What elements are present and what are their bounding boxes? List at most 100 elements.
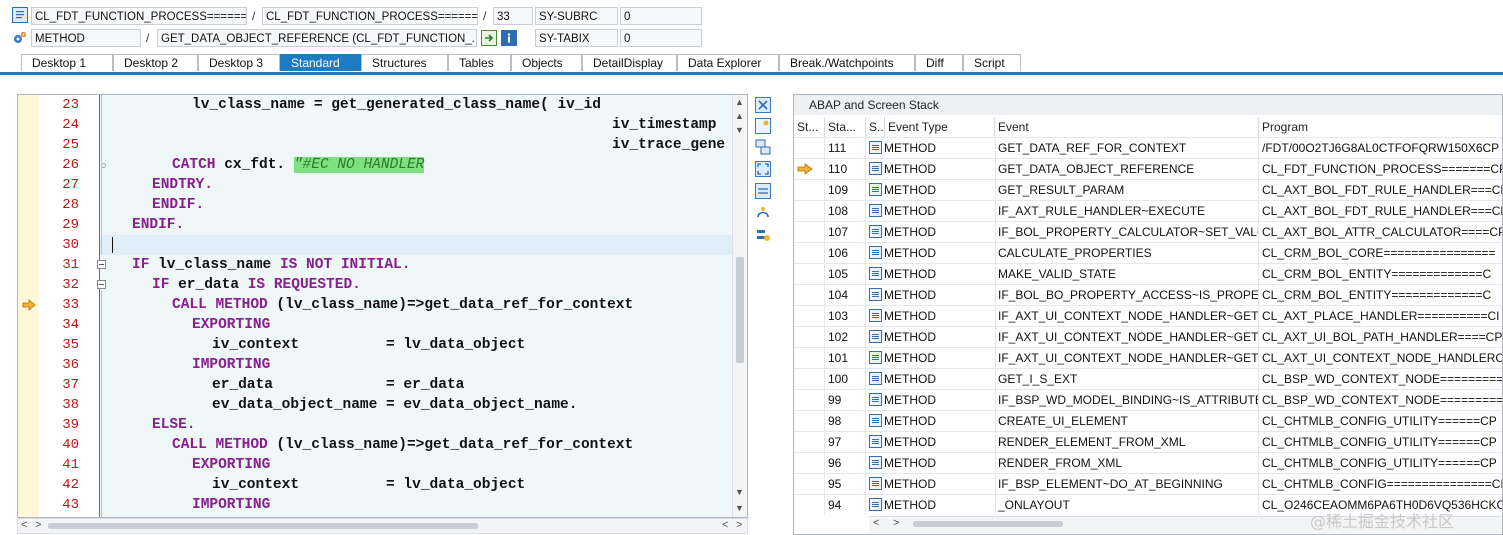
stack-event-cell[interactable]: IF_AXT_UI_CONTEXT_NODE_HANDLER~GET_I — [995, 306, 1259, 326]
tab-detaildisplay[interactable]: DetailDisplay — [582, 54, 677, 71]
stack-row[interactable]: 109 METHOD GET_RESULT_PARAM CL_AXT_BOL_FDT_… — [794, 179, 1502, 200]
tab-objects[interactable]: Objects — [511, 54, 582, 71]
stack-event-cell[interactable]: IF_BSP_WD_MODEL_BINDING~IS_ATTRIBUTE... — [995, 390, 1259, 410]
tab-standard[interactable]: Standard — [280, 54, 361, 71]
stack-row[interactable]: 108 METHOD IF_AXT_RULE_HANDLER~EXECUTE CL_A… — [794, 200, 1502, 221]
stack-row[interactable]: 107 METHOD IF_BOL_PROPERTY_CALCULATOR~SET_… — [794, 221, 1502, 242]
stack-event-cell[interactable]: RENDER_FROM_XML — [995, 453, 1259, 473]
stack-event-cell[interactable]: IF_BOL_PROPERTY_CALCULATOR~SET_VALU... — [995, 222, 1259, 242]
stack-row[interactable]: 105 METHOD MAKE_VALID_STATE CL_CRM_BOL_ENTI… — [794, 263, 1502, 284]
stack-event-cell[interactable]: GET_DATA_OBJECT_REFERENCE — [995, 159, 1259, 179]
event-name-field[interactable]: GET_DATA_OBJECT_REFERENCE (CL_FDT_FUNCTI… — [157, 29, 477, 47]
scrollbar-thumb[interactable] — [736, 257, 744, 363]
stack-program-cell[interactable]: CL_AXT_UI_BOL_PATH_HANDLER====CP — [1259, 327, 1502, 347]
line-number-field[interactable]: 33 — [493, 7, 533, 25]
tab-structures[interactable]: Structures — [361, 54, 448, 71]
stack-program-cell[interactable]: CL_AXT_BOL_FDT_RULE_HANDLER===CP — [1259, 180, 1502, 200]
navigate-icon[interactable] — [481, 30, 497, 46]
scroll-right-icon[interactable]: > — [35, 519, 41, 531]
stack-event-cell[interactable]: CREATE_UI_ELEMENT — [995, 411, 1259, 431]
column-header-s[interactable]: S... — [866, 117, 885, 137]
stack-event-cell[interactable]: CALCULATE_PROPERTIES — [995, 243, 1259, 263]
stack-row[interactable]: 110 METHOD GET_DATA_OBJECT_REFERENCE CL_FDT… — [794, 158, 1502, 179]
stack-program-cell[interactable]: CL_CHTMLB_CONFIG_UTILITY======CP — [1259, 453, 1502, 473]
main-program-field[interactable]: CL_FDT_FUNCTION_PROCESS======= — [31, 7, 247, 25]
scrollbar-thumb[interactable] — [48, 523, 478, 529]
stack-event-cell[interactable]: _ONLAYOUT — [995, 495, 1259, 515]
stack-program-cell[interactable]: CL_CHTMLB_CONFIG_UTILITY======CP — [1259, 411, 1502, 431]
tab-script[interactable]: Script — [963, 54, 1021, 71]
new-tool-icon[interactable] — [755, 118, 771, 134]
replace-tool-icon[interactable] — [755, 139, 771, 155]
tab-tables[interactable]: Tables — [448, 54, 511, 71]
include-program-field[interactable]: CL_FDT_FUNCTION_PROCESS====== — [262, 7, 478, 25]
scroll-up-icon[interactable]: ▲ — [735, 97, 744, 107]
sysvar-value-field[interactable]: 0 — [620, 29, 702, 47]
column-header-event-type[interactable]: Event Type — [885, 117, 995, 137]
stack-row[interactable]: 95 METHOD IF_BSP_ELEMENT~DO_AT_BEGINNING CL… — [794, 473, 1502, 494]
editor-vertical-scrollbar[interactable]: ▲ ▲ ▼ ▼ ▼ — [732, 95, 747, 517]
stack-event-cell[interactable]: IF_BOL_BO_PROPERTY_ACCESS~IS_PROPER... — [995, 285, 1259, 305]
column-header-stack-level[interactable]: Sta... — [825, 117, 866, 137]
scrollbar-thumb[interactable] — [913, 521, 1063, 527]
scroll-left-icon[interactable]: < — [722, 519, 728, 531]
stack-program-cell[interactable]: CL_CHTMLB_CONFIG===============CP — [1259, 474, 1502, 494]
editor-horizontal-scrollbar[interactable]: < > < > — [17, 518, 748, 534]
collapse-block-icon[interactable] — [97, 260, 106, 269]
close-icon[interactable] — [755, 97, 771, 113]
stack-row[interactable]: 111 METHOD GET_DATA_REF_FOR_CONTEXT/FDT/00… — [794, 137, 1502, 158]
column-header-status[interactable]: St... — [794, 117, 825, 137]
stack-program-cell[interactable]: /FDT/00O2TJ6G8AL0CTFOFQRW150X6CP — [1259, 138, 1502, 158]
tab-diff[interactable]: Diff — [915, 54, 963, 71]
swap-icon[interactable] — [755, 183, 771, 199]
stack-program-cell[interactable]: CL_CRM_BOL_ENTITY=============C — [1259, 264, 1502, 284]
stack-row[interactable]: 104 METHOD IF_BOL_BO_PROPERTY_ACCESS~IS_PR… — [794, 284, 1502, 305]
block-type-field[interactable]: METHOD — [31, 29, 141, 47]
stack-event-cell[interactable]: GET_RESULT_PARAM — [995, 180, 1259, 200]
stack-row[interactable]: 97 METHOD RENDER_ELEMENT_FROM_XML CL_CHTMLB… — [794, 431, 1502, 452]
stack-program-cell[interactable]: CL_AXT_UI_CONTEXT_NODE_HANDLERCP — [1259, 348, 1502, 368]
stack-program-cell[interactable]: CL_BSP_WD_CONTEXT_NODE========= — [1259, 390, 1502, 410]
stack-event-cell[interactable]: IF_BSP_ELEMENT~DO_AT_BEGINNING — [995, 474, 1259, 494]
stack-program-cell[interactable]: CL_AXT_BOL_FDT_RULE_HANDLER===CP — [1259, 201, 1502, 221]
stack-program-cell[interactable]: CL_CRM_BOL_CORE================ — [1259, 243, 1502, 263]
scroll-left-icon[interactable]: < — [21, 519, 27, 531]
stack-program-cell[interactable]: CL_AXT_PLACE_HANDLER==========CI — [1259, 306, 1502, 326]
stack-row[interactable]: 102 METHOD IF_AXT_UI_CONTEXT_NODE_HANDLER~… — [794, 326, 1502, 347]
stack-program-cell[interactable]: CL_BSP_WD_CONTEXT_NODE========= — [1259, 369, 1502, 389]
tab-breakpoints[interactable]: Break./Watchpoints — [779, 54, 915, 71]
stack-event-cell[interactable]: GET_I_S_EXT — [995, 369, 1259, 389]
collapse-block-icon[interactable] — [97, 280, 106, 289]
stack-event-cell[interactable]: GET_DATA_REF_FOR_CONTEXT — [995, 138, 1259, 158]
sysvar-name-field[interactable]: SY-SUBRC — [535, 7, 618, 25]
tab-desktop-1[interactable]: Desktop 1 — [21, 54, 113, 71]
sysvar-value-field[interactable]: 0 — [620, 7, 702, 25]
tab-data-explorer[interactable]: Data Explorer — [677, 54, 779, 71]
stack-event-cell[interactable]: MAKE_VALID_STATE — [995, 264, 1259, 284]
stack-row[interactable]: 103 METHOD IF_AXT_UI_CONTEXT_NODE_HANDLER~… — [794, 305, 1502, 326]
scroll-up-icon[interactable]: ▲ — [735, 111, 744, 121]
settings-icon[interactable] — [755, 227, 771, 243]
scroll-left-icon[interactable]: < — [873, 517, 879, 529]
stack-event-cell[interactable]: IF_AXT_UI_CONTEXT_NODE_HANDLER~GET_I — [995, 327, 1259, 347]
scroll-down-icon[interactable]: ▼ — [735, 487, 744, 497]
tab-desktop-2[interactable]: Desktop 2 — [113, 54, 198, 71]
scroll-right-icon[interactable]: > — [893, 517, 899, 529]
stack-program-cell[interactable]: CL_CHTMLB_CONFIG_UTILITY======CP — [1259, 432, 1502, 452]
stack-program-cell[interactable]: CL_CRM_BOL_ENTITY=============C — [1259, 285, 1502, 305]
stack-row[interactable]: 96 METHOD RENDER_FROM_XML CL_CHTMLB_CONFIG_… — [794, 452, 1502, 473]
stack-program-cell[interactable]: CL_AXT_BOL_ATTR_CALCULATOR====CP — [1259, 222, 1502, 242]
source-code-editor[interactable]: 23 24 25 26 27 28 29 30 31 32 33 34 35 3… — [17, 94, 748, 518]
stack-row[interactable]: 98 METHOD CREATE_UI_ELEMENT CL_CHTMLB_CONFI… — [794, 410, 1502, 431]
stack-event-cell[interactable]: IF_AXT_UI_CONTEXT_NODE_HANDLER~GET_I — [995, 348, 1259, 368]
scroll-down-icon[interactable]: ▼ — [735, 125, 744, 135]
stack-row[interactable]: 100 METHOD GET_I_S_EXT CL_BSP_WD_CONTEXT_NO… — [794, 368, 1502, 389]
fullscreen-icon[interactable] — [755, 161, 771, 177]
stack-row[interactable]: 101 METHOD IF_AXT_UI_CONTEXT_NODE_HANDLER~… — [794, 347, 1502, 368]
stack-event-cell[interactable]: IF_AXT_RULE_HANDLER~EXECUTE — [995, 201, 1259, 221]
stack-row[interactable]: 106 METHOD CALCULATE_PROPERTIES CL_CRM_BOL_… — [794, 242, 1502, 263]
stack-program-cell[interactable]: CL_FDT_FUNCTION_PROCESS=======CP — [1259, 159, 1502, 179]
tab-desktop-3[interactable]: Desktop 3 — [198, 54, 280, 71]
scroll-right-icon[interactable]: > — [736, 519, 742, 531]
stack-row[interactable]: 99 METHOD IF_BSP_WD_MODEL_BINDING~IS_ATTRI… — [794, 389, 1502, 410]
